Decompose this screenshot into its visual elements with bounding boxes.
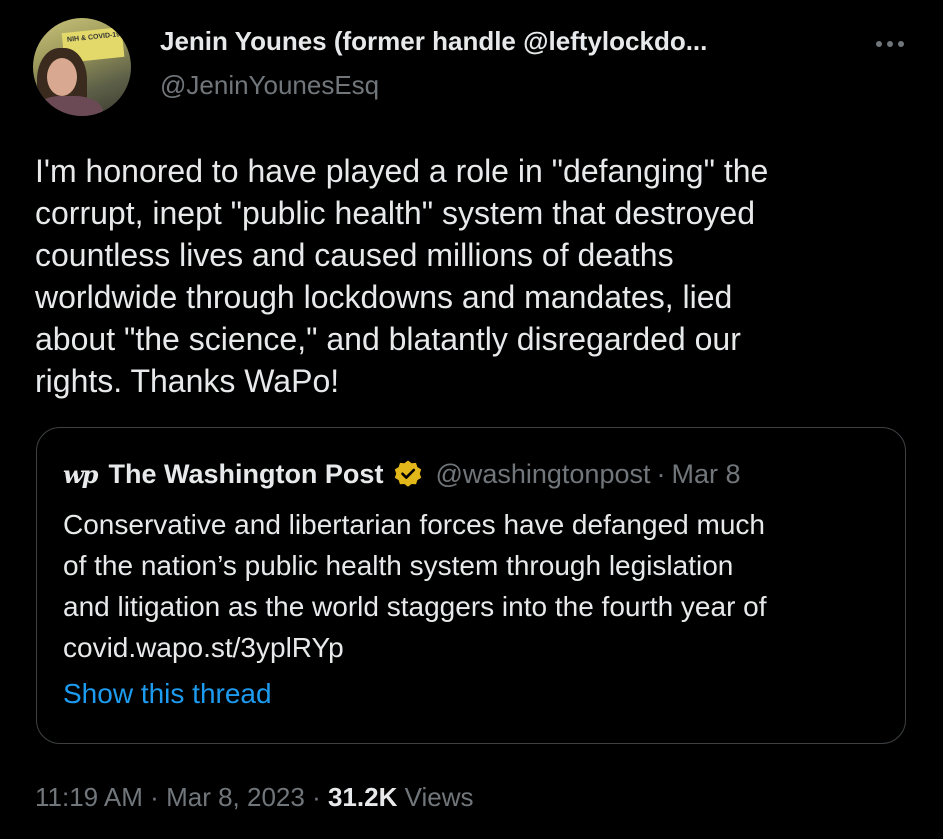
tweet: NIH & COVID-19 Jenin Younes (former hand… — [0, 0, 943, 839]
ellipsis-icon — [876, 41, 904, 47]
avatar-face — [47, 58, 77, 96]
views-label: Views — [404, 782, 474, 812]
meta-separator: · — [312, 782, 321, 812]
quoted-separator: · — [656, 458, 666, 489]
tweet-text: I'm honored to have played a role in "de… — [35, 153, 769, 399]
verified-badge-icon — [395, 460, 422, 487]
tweet-date[interactable]: Mar 8, 2023 — [166, 782, 305, 812]
author-display-name[interactable]: Jenin Younes (former handle @leftylockdo… — [160, 26, 707, 57]
quoted-tweet-header: wp The Washington Post @washingtonpost ·… — [63, 456, 741, 492]
washington-post-logo-icon: wp — [63, 459, 98, 489]
show-thread-link[interactable]: Show this thread — [63, 678, 272, 710]
quoted-tweet[interactable]: wp The Washington Post @washingtonpost ·… — [36, 427, 906, 744]
quoted-tweet-text: Conservative and libertarian forces have… — [63, 509, 767, 663]
tweet-time[interactable]: 11:19 AM — [35, 782, 143, 812]
avatar-body — [33, 96, 103, 116]
avatar[interactable]: NIH & COVID-19 — [33, 18, 131, 116]
quoted-author-name[interactable]: The Washington Post — [108, 459, 383, 490]
quoted-tweet-date[interactable]: Mar 8 — [671, 459, 740, 490]
views-count[interactable]: 31.2K — [328, 782, 397, 812]
author-handle[interactable]: @JeninYounesEsq — [160, 70, 379, 101]
tweet-meta: 11:19 AM · Mar 8, 2023 · 31.2K Views — [35, 782, 473, 813]
meta-separator: · — [150, 782, 159, 812]
quoted-author-handle[interactable]: @washingtonpost — [435, 459, 650, 490]
more-options-button[interactable] — [868, 24, 912, 64]
